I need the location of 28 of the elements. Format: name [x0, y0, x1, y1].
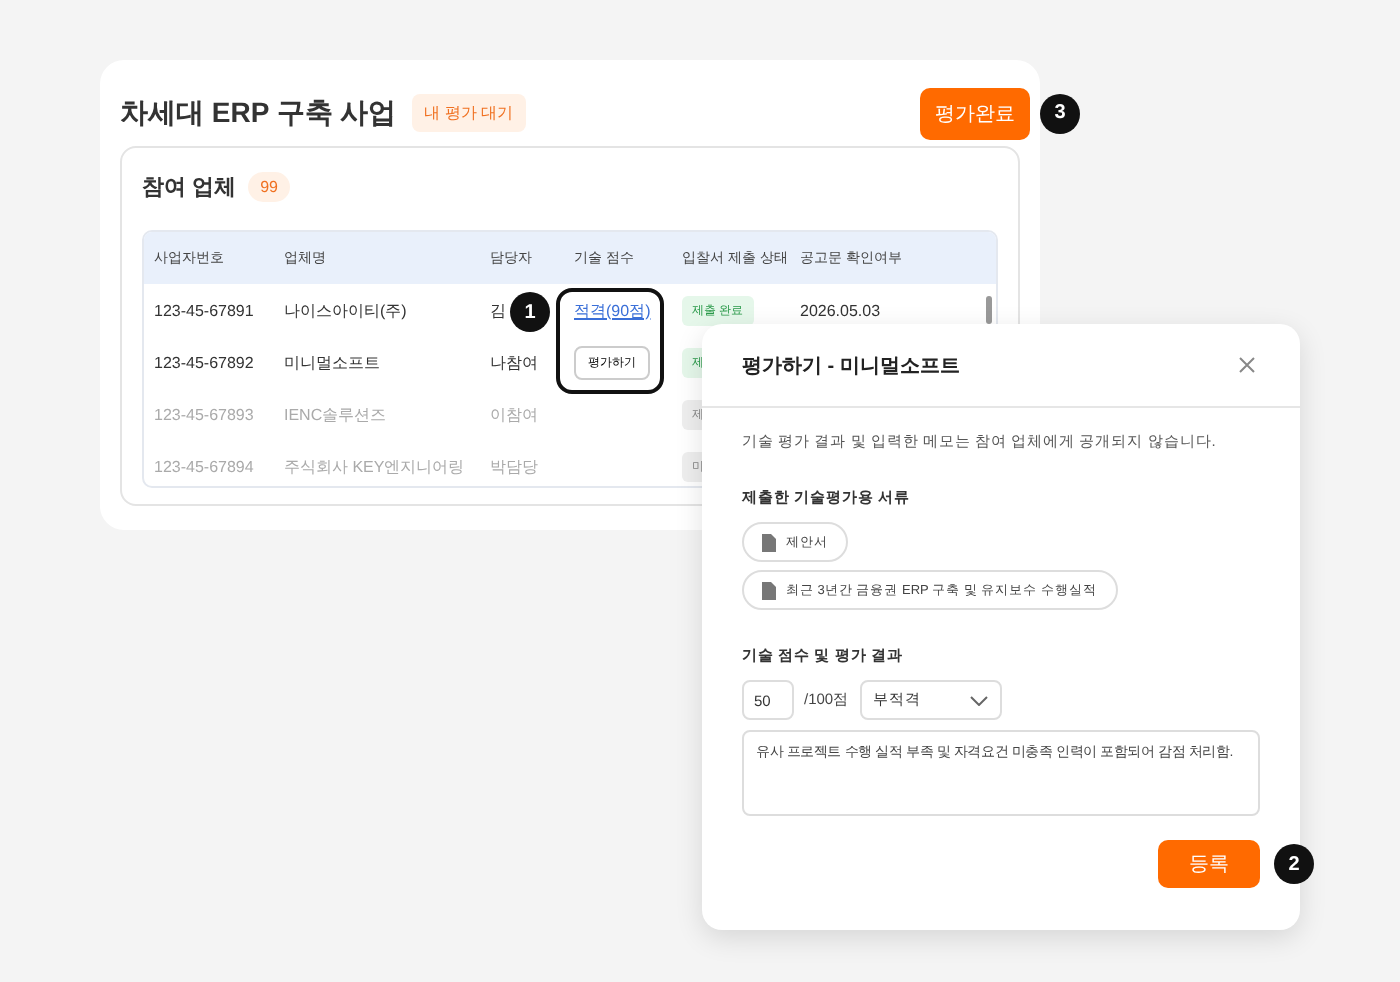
callout-marker: 1	[510, 292, 550, 332]
table-cell: IENC솔루션즈	[284, 403, 387, 425]
chevron-down-icon	[969, 695, 988, 705]
table-cell: 2026.05.03	[800, 301, 881, 319]
table-cell: 박담당	[490, 455, 538, 477]
document-icon	[762, 533, 776, 551]
table-cell: 이참여	[490, 403, 538, 425]
close-icon[interactable]	[1238, 356, 1256, 374]
table-cell: 123-45-67893	[154, 405, 254, 423]
table-cell: 123-45-67892	[154, 353, 254, 371]
dialog-title: 평가하기 - 미니멀소프트	[742, 353, 962, 379]
table-cell: 나이스아이티(주)	[284, 299, 407, 321]
count-badge: 99	[248, 172, 290, 202]
score-link[interactable]: 적격(90점)	[574, 299, 651, 321]
project-title: 차세대 ERP 구축 사업	[120, 95, 397, 131]
callout-marker: 3	[1040, 93, 1080, 133]
highlight-frame	[556, 288, 664, 394]
table-cell: 123-45-67891	[154, 301, 254, 319]
document-icon	[762, 581, 776, 599]
callout-marker: 2	[1274, 844, 1314, 884]
section-title: 참여 업체	[142, 174, 237, 202]
status-tag: 내 평가 대기	[412, 94, 526, 132]
table-cell: 주식회사 KEY엔지니어링	[284, 455, 465, 477]
table-cell: 김	[490, 299, 506, 321]
scrollbar	[986, 296, 992, 324]
table-cell: 123-45-67894	[154, 457, 254, 475]
table-cell: 미니멀소프트	[284, 351, 380, 373]
table-cell: 나참여	[490, 351, 538, 373]
